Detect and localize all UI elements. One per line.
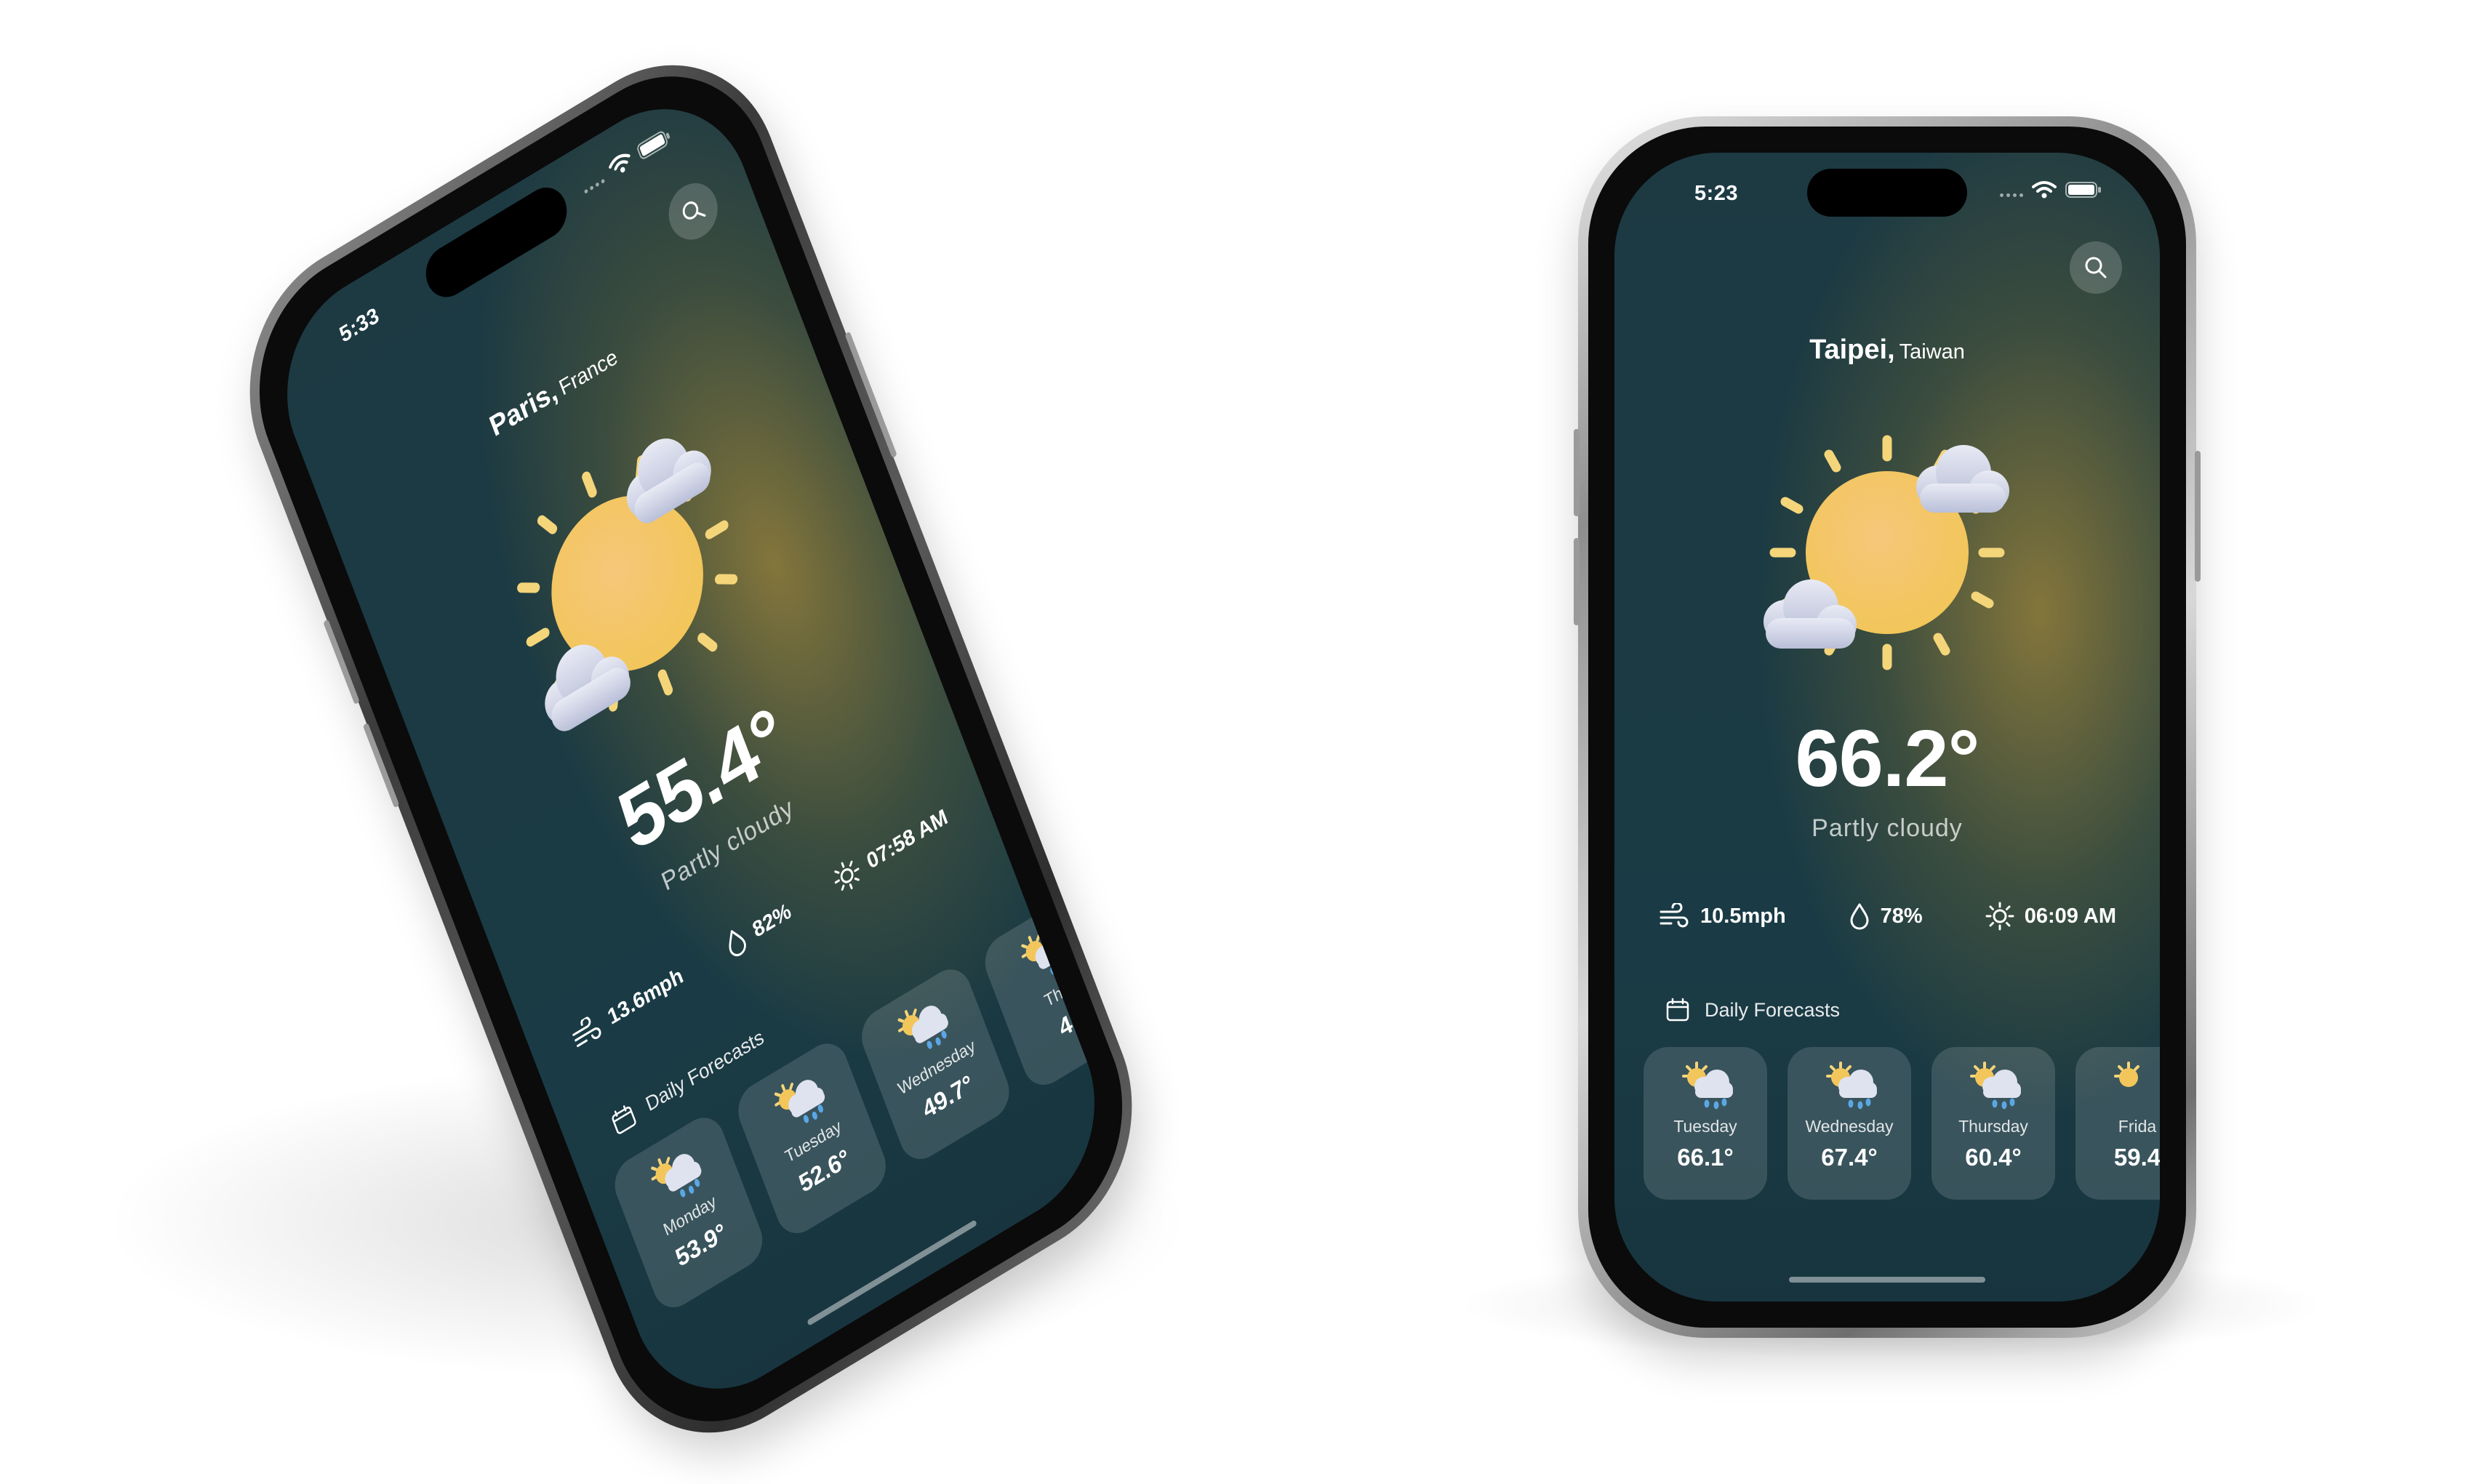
sunrise-stat: 07:58 AM — [829, 802, 952, 897]
sun-rain-cloud-icon — [1970, 1062, 2021, 1110]
forecast-temp: 67.4° — [1821, 1144, 1878, 1171]
sun-outline-icon — [834, 860, 860, 891]
volume-up-button[interactable] — [1574, 429, 1580, 516]
power-button[interactable] — [2195, 451, 2201, 582]
wind-stat: 10.5mph — [1658, 902, 1786, 931]
wind-icon — [572, 1016, 601, 1048]
droplet-icon — [729, 930, 746, 957]
signal-dots-icon — [580, 168, 606, 194]
status-time: 5:33 — [336, 302, 383, 348]
weather-stats: 10.5mph 78% 06:09 AM — [1658, 902, 2116, 931]
forecast-card[interactable]: Tuesday 52.6° — [731, 1034, 893, 1243]
home-indicator[interactable] — [1789, 1277, 1985, 1283]
phone-frame: 5:23 Taipei, Taiwan 66.2° Partly cloudy … — [1574, 116, 2201, 1338]
status-time: 5:23 — [1694, 182, 1739, 205]
forecast-list[interactable]: Tuesday 66.1° Wednesday 67.4° Thursday 6… — [1644, 1047, 2160, 1200]
country-name: Taiwan — [1899, 340, 1965, 364]
humidity-value: 82% — [749, 898, 795, 942]
search-icon — [2085, 257, 2107, 278]
forecast-card[interactable]: Frida 59.4 — [2075, 1047, 2160, 1200]
daily-forecasts-title: Daily Forecasts — [1705, 998, 1841, 1021]
wind-icon — [1660, 903, 1689, 928]
forecast-temp: 66.1° — [1677, 1144, 1734, 1171]
search-button[interactable] — [661, 173, 726, 250]
search-icon — [682, 201, 706, 220]
forecast-card[interactable]: Thursday 60.4° — [1931, 1047, 2055, 1200]
volume-down-button[interactable] — [1574, 538, 1580, 625]
city-name: Taipei, — [1809, 334, 1895, 365]
wind-value: 13.6mph — [604, 963, 686, 1030]
battery-icon — [637, 131, 670, 159]
forecast-temp: 49 — [1054, 1002, 1088, 1042]
sun-rain-cloud-icon — [1826, 1062, 1877, 1110]
humidity-value: 78% — [1880, 904, 1923, 928]
humidity-stat: 78% — [1849, 902, 1923, 931]
forecast-day: Frida — [2118, 1117, 2157, 1136]
forecast-temp: 59.4 — [2113, 1144, 2160, 1171]
sunrise-value: 07:58 AM — [863, 804, 951, 874]
forecast-day: Tuesday — [1673, 1117, 1737, 1136]
wifi-icon — [2032, 181, 2057, 198]
partly-cloudy-icon — [1764, 435, 2009, 670]
current-temperature: 66.2° — [1795, 714, 1979, 803]
sunrise-value: 06:09 AM — [2024, 904, 2116, 928]
search-button[interactable] — [2070, 241, 2122, 294]
dynamic-island — [419, 178, 574, 307]
sun-icon — [2114, 1062, 2139, 1087]
calendar-icon — [1666, 998, 1689, 1022]
current-condition: Partly cloudy — [1812, 814, 1963, 842]
taipei-phone: 5:23 Taipei, Taiwan 66.2° Partly cloudy … — [1574, 116, 2201, 1338]
wind-value: 10.5mph — [1700, 904, 1786, 928]
wind-stat: 13.6mph — [567, 961, 687, 1054]
sun-outline-icon — [1985, 902, 2014, 931]
battery-icon — [2065, 182, 2101, 198]
country-name: France — [556, 345, 621, 401]
status-icons — [579, 126, 673, 196]
status-icons — [2000, 180, 2102, 199]
forecast-day: Wednesday — [1805, 1117, 1894, 1136]
location-label: Taipei, Taiwan — [1614, 334, 2160, 366]
dynamic-island — [1807, 169, 1967, 217]
sun-rain-cloud-icon — [1682, 1062, 1733, 1110]
forecast-temp: 60.4° — [1965, 1144, 2022, 1171]
city-name: Paris, — [485, 375, 561, 444]
forecast-card[interactable]: Wednesday 67.4° — [1788, 1047, 1911, 1200]
droplet-icon — [1850, 903, 1869, 930]
forecast-card[interactable]: Wednesday 49.7° — [854, 960, 1017, 1169]
signal-dots-icon — [2000, 183, 2023, 197]
forecast-card[interactable]: Monday 53.9° — [607, 1108, 769, 1317]
humidity-stat: 82% — [721, 896, 796, 961]
wifi-icon — [609, 153, 630, 173]
weather-screen: 5:23 Taipei, Taiwan 66.2° Partly cloudy … — [1614, 153, 2160, 1301]
sunrise-stat: 06:09 AM — [1985, 902, 2116, 931]
calendar-icon — [612, 1105, 636, 1134]
daily-forecasts-header: Daily Forecasts — [1665, 998, 1840, 1022]
phone-bezel: 5:23 Taipei, Taiwan 66.2° Partly cloudy … — [1588, 127, 2186, 1328]
forecast-day: Thursday — [1958, 1117, 2028, 1136]
sun-rain-cloud-icon — [1021, 931, 1072, 975]
forecast-card[interactable]: Tuesday 66.1° — [1644, 1047, 1767, 1200]
